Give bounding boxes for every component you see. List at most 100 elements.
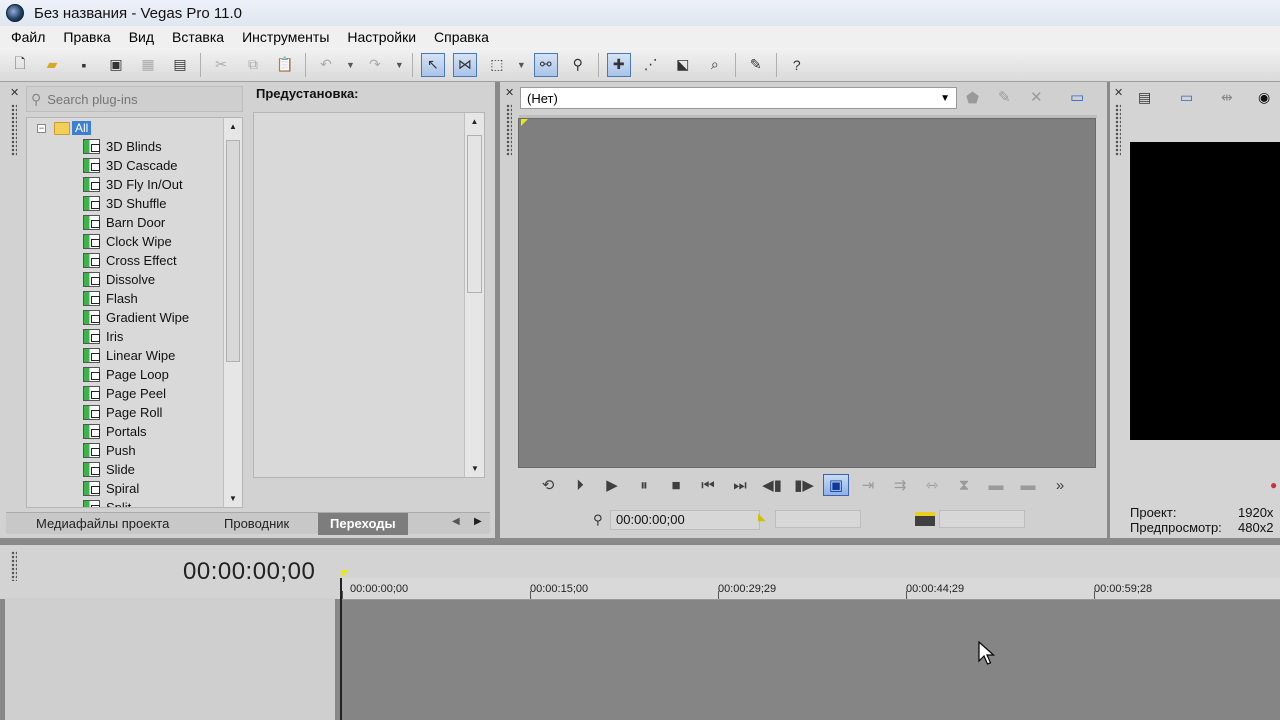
- menu-tools[interactable]: Инструменты: [233, 29, 338, 45]
- stop-icon[interactable]: ■: [663, 474, 689, 496]
- tree-item[interactable]: Portals: [83, 422, 146, 441]
- envelope-tool-icon[interactable]: ⋈: [452, 52, 477, 77]
- tab-scroll-right-icon[interactable]: ▶: [474, 516, 482, 527]
- lock-envelopes-icon[interactable]: ⚲: [566, 53, 590, 77]
- add-after-icon[interactable]: ⇉: [887, 474, 913, 496]
- tree-item[interactable]: 3D Cascade: [83, 156, 178, 175]
- tab-explorer[interactable]: Проводник: [224, 516, 289, 531]
- tree-item[interactable]: Spiral: [83, 479, 139, 498]
- tree-item[interactable]: Cross Effect: [83, 251, 177, 270]
- scroll-up-icon[interactable]: ▲: [465, 117, 484, 126]
- open-folder-icon[interactable]: ▰: [40, 53, 64, 77]
- scroll-thumb[interactable]: [467, 135, 482, 293]
- properties-icon[interactable]: ▤: [168, 53, 192, 77]
- tree-item[interactable]: Slide: [83, 460, 135, 479]
- render-icon[interactable]: ▦: [136, 53, 160, 77]
- play-icon[interactable]: ▶: [599, 474, 625, 496]
- scroll-down-icon[interactable]: ▼: [471, 464, 479, 473]
- tab-scroll-left-icon[interactable]: ◀: [452, 516, 460, 527]
- tool-dropdown-icon[interactable]: ▼: [517, 60, 526, 70]
- go-to-end-icon[interactable]: ⏭: [727, 474, 753, 496]
- preset-list[interactable]: ▲ ▼: [253, 112, 485, 478]
- tree-item[interactable]: Dissolve: [83, 270, 155, 289]
- previous-frame-icon[interactable]: ◀▮: [759, 474, 785, 496]
- save-icon[interactable]: ▪: [72, 53, 96, 77]
- menu-view[interactable]: Вид: [120, 29, 163, 45]
- collapse-icon[interactable]: −: [37, 123, 46, 133]
- timeline-timecode[interactable]: 00:00:00;00: [183, 558, 315, 586]
- search-input[interactable]: [47, 91, 228, 107]
- plugin-search[interactable]: ⚲: [26, 86, 243, 112]
- loop-icon[interactable]: ⟲: [535, 474, 561, 496]
- trimmer-display[interactable]: [518, 118, 1096, 468]
- track-add-icon[interactable]: ▬: [983, 474, 1009, 496]
- undo-dropdown-icon[interactable]: ▼: [346, 60, 355, 70]
- in-point-field[interactable]: [775, 510, 861, 528]
- snapshot-icon[interactable]: ◉: [1258, 89, 1270, 106]
- selection-tool-icon[interactable]: ⬚: [485, 53, 509, 77]
- tree-item[interactable]: Clock Wipe: [83, 232, 172, 251]
- insert-icon[interactable]: ⇥: [855, 474, 881, 496]
- close-panel-icon[interactable]: ✕: [505, 86, 514, 99]
- whats-this-help-icon[interactable]: ?: [785, 53, 809, 77]
- cut-icon[interactable]: ✂: [209, 53, 233, 77]
- scroll-up-icon[interactable]: ▲: [224, 122, 242, 131]
- copy-icon[interactable]: ⧉: [241, 53, 265, 77]
- tree-scrollbar[interactable]: ▲ ▼: [223, 118, 242, 507]
- snapping-icon[interactable]: ✚: [606, 52, 631, 77]
- tree-item[interactable]: Flash: [83, 289, 138, 308]
- menu-edit[interactable]: Правка: [54, 29, 119, 45]
- tree-item[interactable]: Page Peel: [83, 384, 166, 403]
- menu-file[interactable]: Файл: [2, 29, 54, 45]
- tree-item[interactable]: 3D Shuffle: [83, 194, 166, 213]
- pause-icon[interactable]: ⏸: [631, 474, 657, 496]
- tab-project-media[interactable]: Медиафайлы проекта: [36, 516, 169, 531]
- split-icon[interactable]: ⧗: [951, 474, 977, 496]
- tree-item[interactable]: Page Roll: [83, 403, 162, 422]
- tab-transitions[interactable]: Переходы: [318, 513, 408, 535]
- panel-grip-icon[interactable]: [11, 104, 17, 156]
- add-to-timeline-icon[interactable]: ⬟: [966, 89, 979, 107]
- tree-item[interactable]: 3D Fly In/Out: [83, 175, 183, 194]
- tree-root[interactable]: − All: [37, 120, 92, 136]
- overwrite-mode-icon[interactable]: ▣: [823, 474, 849, 496]
- redo-icon[interactable]: ↷: [363, 53, 387, 77]
- timeline-ruler[interactable]: 00:00:00;00 00:00:15;00 00:00:29;29 00:0…: [342, 570, 1280, 600]
- tree-item[interactable]: 3D Blinds: [83, 137, 162, 156]
- tree-item[interactable]: Push: [83, 441, 136, 460]
- dropdown-arrow-icon[interactable]: ▼: [940, 93, 950, 104]
- out-point-field[interactable]: [939, 510, 1025, 528]
- track-area[interactable]: [342, 600, 1280, 720]
- split-screen-icon[interactable]: ⇹: [1221, 89, 1233, 106]
- scroll-down-icon[interactable]: ▼: [229, 494, 237, 503]
- track-list[interactable]: [5, 598, 335, 720]
- close-panel-icon[interactable]: ✕: [10, 86, 19, 99]
- clear-icon[interactable]: ✕: [1030, 88, 1043, 106]
- next-frame-icon[interactable]: ▮▶: [791, 474, 817, 496]
- preview-properties-icon[interactable]: ▤: [1138, 89, 1151, 106]
- menu-insert[interactable]: Вставка: [163, 29, 233, 45]
- auto-ripple-icon[interactable]: ⚯: [533, 52, 558, 77]
- save-as-icon[interactable]: ▣: [104, 53, 128, 77]
- paste-icon[interactable]: 📋: [273, 53, 297, 77]
- preview-monitor-icon[interactable]: ▭: [1070, 88, 1084, 106]
- preset-scrollbar[interactable]: ▲ ▼: [464, 113, 484, 477]
- playhead[interactable]: [340, 578, 342, 720]
- timeline-grip-icon[interactable]: [11, 551, 17, 581]
- tree-item[interactable]: Iris: [83, 327, 123, 346]
- scroll-thumb[interactable]: [226, 140, 240, 362]
- undo-icon[interactable]: ↶: [314, 53, 338, 77]
- menu-options[interactable]: Настройки: [338, 29, 425, 45]
- panel-grip-icon[interactable]: [1115, 104, 1121, 156]
- tree-item[interactable]: Gradient Wipe: [83, 308, 189, 327]
- tree-item[interactable]: Page Loop: [83, 365, 169, 384]
- play-from-start-icon[interactable]: ⏵: [567, 474, 593, 496]
- zoom-tool-icon[interactable]: ⌕: [703, 53, 727, 77]
- fit-icon[interactable]: ⇿: [919, 474, 945, 496]
- tree-item[interactable]: Split: [83, 498, 131, 507]
- track-remove-icon[interactable]: ▬: [1015, 474, 1041, 496]
- normal-edit-tool-icon[interactable]: ↖: [420, 52, 445, 77]
- transition-selector[interactable]: (Нет) ▼: [520, 87, 957, 109]
- tree-item[interactable]: Linear Wipe: [83, 346, 175, 365]
- ignore-grouping-icon[interactable]: ✎: [744, 53, 768, 77]
